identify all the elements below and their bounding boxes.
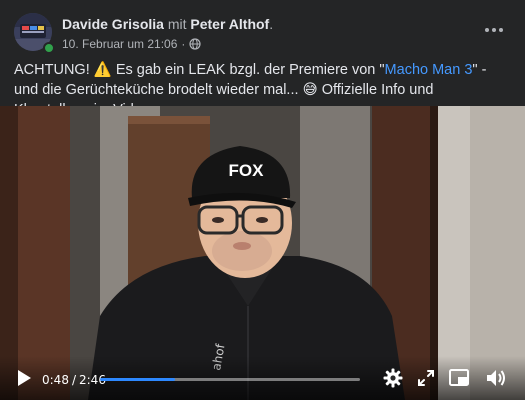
time-separator: /: [71, 373, 76, 387]
cap-logo-text: FOX: [229, 161, 265, 180]
play-icon: [18, 370, 31, 386]
video-controls: 0:48/2:46: [0, 356, 525, 400]
post-text-part-1: ACHTUNG!: [14, 62, 94, 78]
fullscreen-button[interactable]: [417, 369, 435, 392]
author-line-period: .: [269, 16, 274, 32]
online-status-dot: [43, 42, 55, 54]
post-date[interactable]: 10. Februar um 21:06: [62, 37, 177, 51]
play-button[interactable]: [16, 369, 32, 392]
post-header: Davide Grisolia mit Peter Althof. 10. Fe…: [14, 10, 511, 54]
meta-dot: ·: [181, 37, 186, 51]
post-text-part-2: Es gab ein LEAK bzgl. der Premiere von ": [111, 62, 385, 78]
progress-fill: [100, 378, 176, 381]
settings-button[interactable]: [383, 368, 403, 393]
picture-in-picture-icon: [449, 369, 469, 386]
current-time: 0:48: [42, 373, 69, 387]
more-horizontal-icon: [485, 28, 503, 32]
warning-emoji: ⚠️: [93, 62, 112, 78]
coauthor-name[interactable]: Peter Althof: [190, 16, 269, 32]
author-name[interactable]: Davide Grisolia: [62, 16, 164, 32]
video-player[interactable]: ahof FOX 0:48/2:46: [0, 106, 525, 400]
sweat-smile-emoji: 😅: [302, 82, 318, 98]
expand-icon: [418, 370, 434, 386]
picture-in-picture-button[interactable]: [449, 369, 469, 392]
post-meta: 10. Februar um 21:06 ·: [62, 37, 202, 51]
volume-button[interactable]: [485, 368, 507, 393]
globe-icon: [189, 38, 202, 50]
gear-icon: [383, 368, 403, 388]
progress-bar[interactable]: [100, 378, 360, 381]
video-time: 0:48/2:46: [42, 373, 106, 387]
volume-icon: [487, 370, 505, 386]
hashtag-link[interactable]: Macho Man 3: [385, 62, 473, 78]
more-options-button[interactable]: [479, 18, 509, 42]
with-word: mit: [167, 16, 187, 32]
post-author-line: Davide Grisolia mit Peter Althof.: [62, 16, 273, 32]
post-card: Davide Grisolia mit Peter Althof. 10. Fe…: [0, 0, 525, 400]
